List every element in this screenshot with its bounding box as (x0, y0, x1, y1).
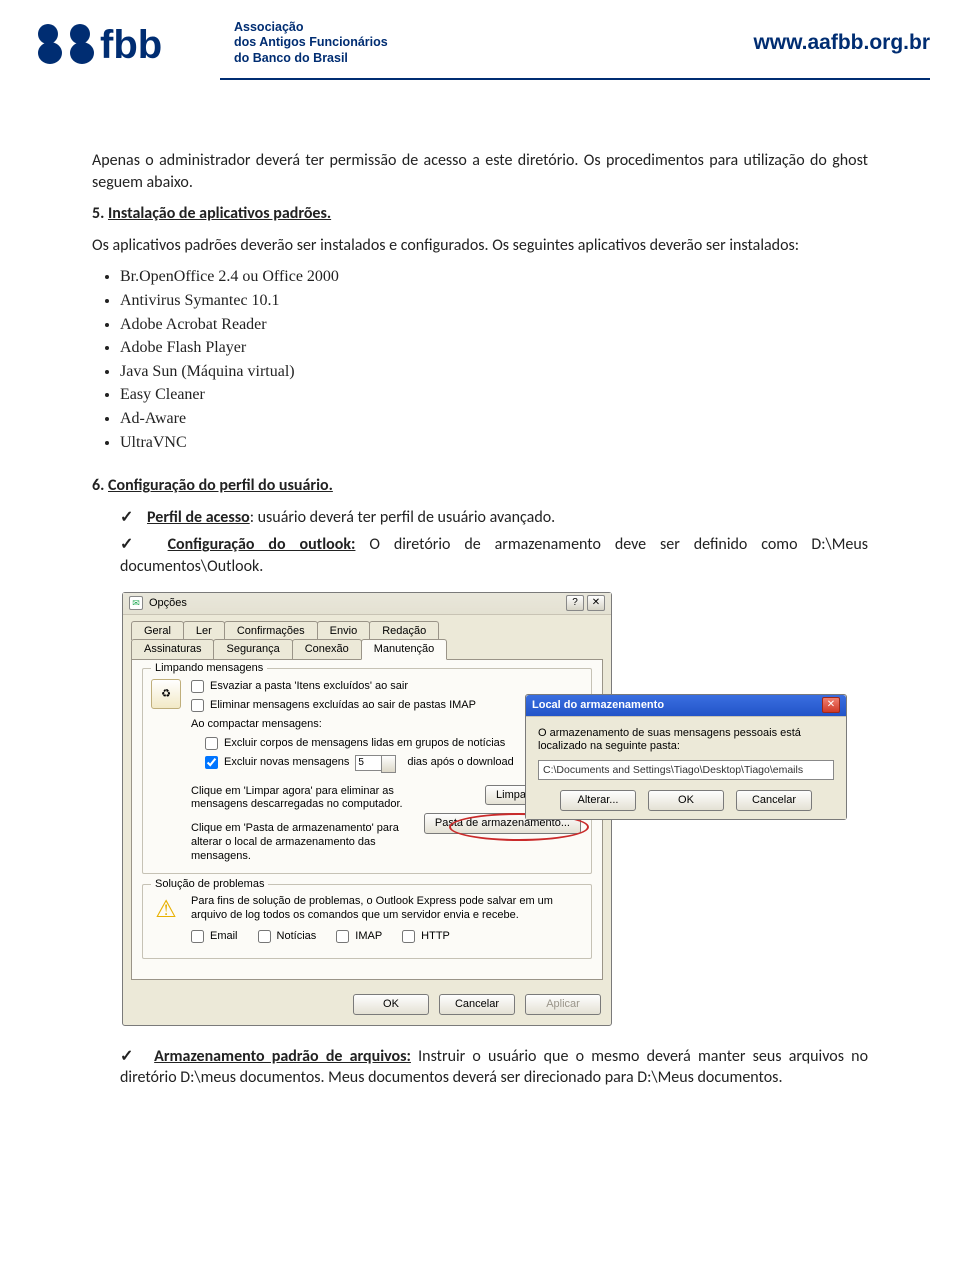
tab-assinaturas[interactable]: Assinaturas (131, 639, 214, 659)
ok-button[interactable]: OK (353, 994, 429, 1015)
intro-paragraph: Apenas o administrador deverá ter permis… (92, 150, 868, 193)
list-item: Java Sun (Máquina virtual) (120, 361, 868, 383)
tab-seguranca[interactable]: Segurança (213, 639, 292, 659)
tab-confirmacoes[interactable]: Confirmações (224, 621, 318, 641)
org-name: Associação dos Antigos Funcionários do B… (234, 20, 388, 67)
apps-list: Br.OpenOffice 2.4 ou Office 2000 Antivir… (92, 266, 868, 453)
check-item-storage: Armazenamento padrão de arquivos: Instru… (120, 1046, 868, 1089)
cancel-button[interactable]: Cancelar (736, 790, 812, 811)
help-button[interactable]: ? (566, 595, 584, 611)
storage-text: O armazenamento de suas mensagens pessoa… (538, 727, 834, 755)
section-5-heading: 5. Instalação de aplicativos padrões. (92, 203, 868, 225)
storage-title: Local do armazenamento (532, 698, 664, 713)
document-body: Apenas o administrador deverá ter permis… (0, 80, 960, 1133)
checkbox-log-http[interactable]: HTTP (402, 929, 450, 944)
list-item: Ad-Aware (120, 408, 868, 430)
storage-location-window: Local do armazenamento ✕ O armazenamento… (525, 694, 847, 821)
options-footer-buttons: OK Cancelar Aplicar (123, 988, 611, 1025)
svg-text:fbb: fbb (100, 23, 162, 67)
page-header: fbb Associação dos Antigos Funcionários … (0, 0, 960, 78)
storage-body: O armazenamento de suas mensagens pessoa… (526, 717, 846, 820)
change-button[interactable]: Alterar... (560, 790, 636, 811)
storage-titlebar: Local do armazenamento ✕ (526, 695, 846, 717)
checkbox-empty-deleted[interactable]: Esvaziar a pasta 'Itens excluídos' ao sa… (191, 679, 581, 694)
compact-label: Ao compactar mensagens: (191, 717, 581, 732)
tab-redacao[interactable]: Redação (369, 621, 439, 641)
close-button[interactable]: ✕ (587, 595, 605, 611)
aafbb-logo-icon: fbb (30, 18, 220, 68)
apply-button[interactable]: Aplicar (525, 994, 601, 1015)
group-legend: Solução de problemas (151, 877, 268, 892)
options-title: Opções (149, 596, 187, 611)
section-5-intro: Os aplicativos padrões deverão ser insta… (92, 235, 868, 257)
options-tabs: Geral Ler Confirmações Envio Redação Ass… (123, 615, 611, 660)
outlook-options-screenshot: ✉ Opções ? ✕ Geral Ler Confirmações Envi… (122, 592, 732, 1026)
checkbox-delete-imap[interactable]: Eliminar mensagens excluídas ao sair de … (191, 698, 581, 713)
checkbox-log-email[interactable]: Email (191, 929, 238, 944)
check-item-outlook: Configuração do outlook: O diretório de … (120, 534, 868, 577)
checkbox-log-news[interactable]: Notícias (258, 929, 317, 944)
list-item: UltraVNC (120, 432, 868, 454)
options-titlebar: ✉ Opções ? ✕ (123, 593, 611, 615)
tab-manutencao[interactable]: Manutenção (361, 639, 448, 660)
troubleshoot-text: Para fins de solução de problemas, o Out… (191, 895, 581, 923)
site-url: www.aafbb.org.br (753, 31, 930, 55)
group-legend: Limpando mensagens (151, 661, 267, 676)
list-item: Easy Cleaner (120, 384, 868, 406)
cancel-button[interactable]: Cancelar (439, 994, 515, 1015)
recycle-icon: ♻ (151, 679, 181, 709)
group-troubleshoot: Solução de problemas ⚠ Para fins de solu… (142, 884, 592, 958)
check-item-profile: Perfil de acesso: usuário deverá ter per… (120, 507, 868, 529)
list-item: Adobe Flash Player (120, 337, 868, 359)
list-item: Antivirus Symantec 10.1 (120, 290, 868, 312)
tab-ler[interactable]: Ler (183, 621, 225, 641)
list-item: Br.OpenOffice 2.4 ou Office 2000 (120, 266, 868, 288)
hint-text-store: Clique em 'Pasta de armazenamento' para … (191, 822, 412, 863)
ok-button[interactable]: OK (648, 790, 724, 811)
hint-text-clean: Clique em 'Limpar agora' para eliminar a… (191, 785, 412, 813)
tab-conexao[interactable]: Conexão (292, 639, 362, 659)
section-6-checklist-cont: Armazenamento padrão de arquivos: Instru… (92, 1046, 868, 1089)
storage-path-field[interactable]: C:\Documents and Settings\Tiago\Desktop\… (538, 760, 834, 780)
window-icon: ✉ (129, 596, 143, 610)
close-button[interactable]: ✕ (822, 697, 840, 713)
list-item: Adobe Acrobat Reader (120, 314, 868, 336)
days-spinner[interactable]: 5 (355, 755, 383, 771)
tab-geral[interactable]: Geral (131, 621, 184, 641)
checkbox-log-imap[interactable]: IMAP (336, 929, 382, 944)
tab-envio[interactable]: Envio (317, 621, 371, 641)
section-6-heading: 6. Configuração do perfil do usuário. (92, 475, 868, 497)
logo: fbb (30, 18, 220, 68)
section-6-checklist: Perfil de acesso: usuário deverá ter per… (92, 507, 868, 578)
warning-icon: ⚠ (151, 895, 181, 925)
